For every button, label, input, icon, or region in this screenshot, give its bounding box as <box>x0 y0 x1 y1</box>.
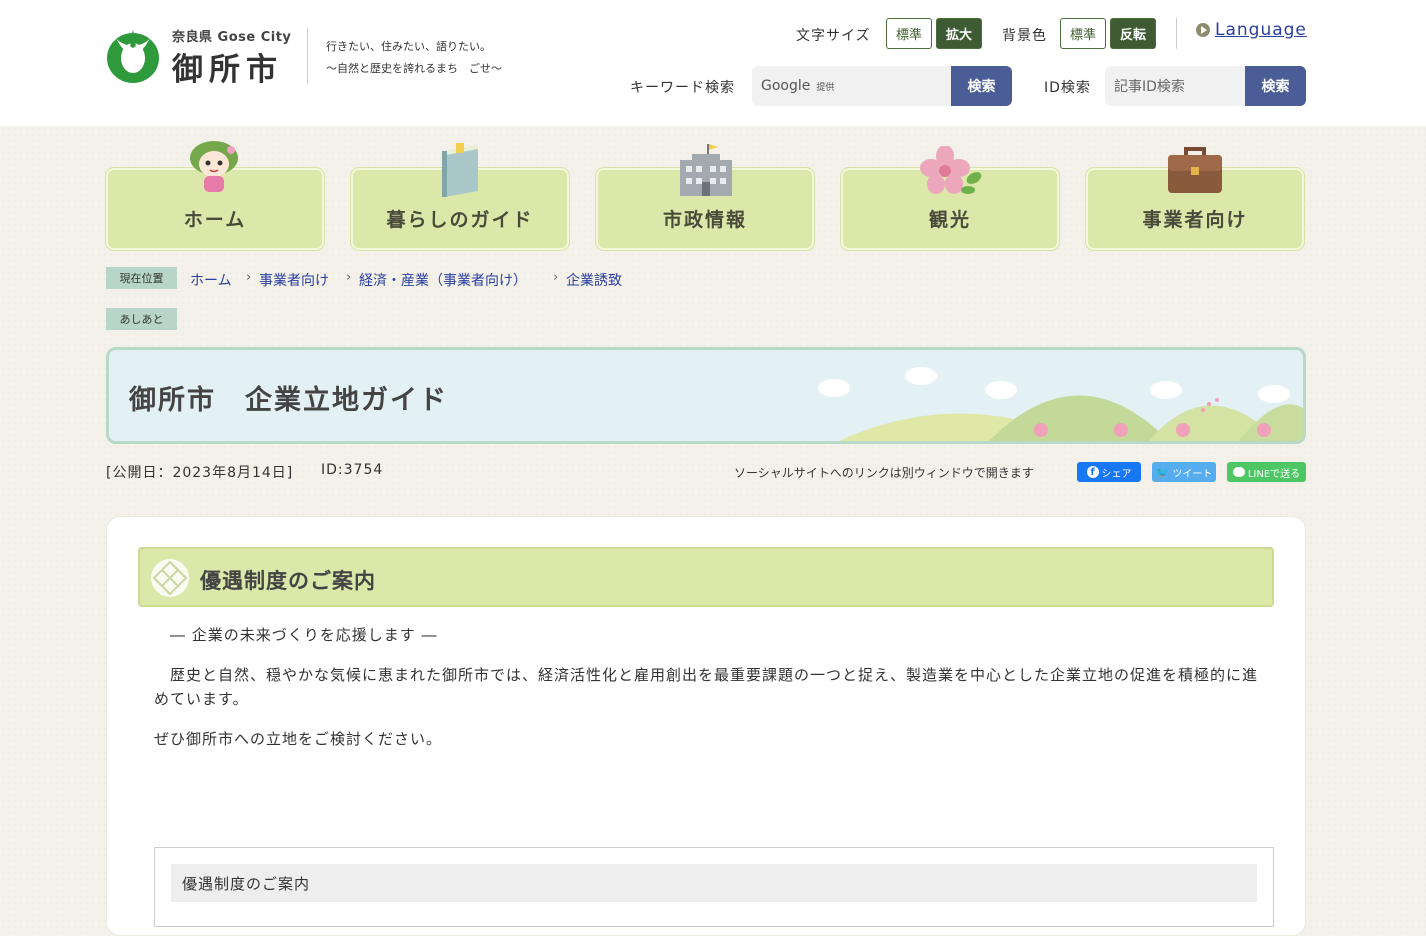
published-date: [公開日：2023年8月14日] <box>106 465 294 481</box>
sub-section-heading: 優遇制度のご案内 <box>171 864 1257 902</box>
mascot-icon <box>190 141 238 192</box>
twitter-tweet-label: ツイート <box>1172 468 1213 480</box>
breadcrumb-home[interactable]: ホーム <box>190 270 232 290</box>
bg-invert-button[interactable]: 反転 <box>1110 18 1156 49</box>
language-link-wrap[interactable]: Language <box>1196 20 1307 40</box>
city-slogan: 行きたい、住みたい、語りたい。 ～自然と歴史を誇れるまち ごせ～ <box>326 36 502 80</box>
twitter-bird-icon: 🐦 <box>1155 465 1170 479</box>
body-paragraph-1: 歴史と自然、穏やかな気候に恵まれた御所市では、経済活性化と雇用創出を最重要課題の… <box>154 666 1259 708</box>
chevron-right-icon: › <box>553 270 559 285</box>
nav-business-label: 事業者向け <box>1142 209 1248 231</box>
font-size-standard-button[interactable]: 標準 <box>886 18 932 49</box>
page-title: 御所市 企業立地ガイド <box>129 385 448 416</box>
logo-prefecture-text: 奈良県 Gose City <box>172 30 292 45</box>
breadcrumb-business[interactable]: 事業者向け <box>259 270 329 290</box>
line-send-label: LINEで送る <box>1247 468 1301 480</box>
section-heading-text: 優遇制度のご案内 <box>200 569 376 593</box>
site-logo[interactable]: 奈良県 Gose City 御所市 <box>106 24 306 88</box>
keyword-search-label: キーワード検索 <box>630 80 735 96</box>
facebook-share-button[interactable]: f シェア <box>1077 462 1141 482</box>
lattice-pattern-icon <box>151 559 189 597</box>
briefcase-icon <box>1168 147 1222 193</box>
breadcrumb-corporate-attraction[interactable]: 企業誘致 <box>566 270 622 290</box>
footprints-tag[interactable]: あしあと <box>106 308 177 330</box>
chevron-right-icon: › <box>246 270 252 285</box>
article-id: ID:3754 <box>321 462 384 478</box>
toolbar-divider <box>1176 18 1177 49</box>
font-size-label: 文字サイズ <box>796 28 871 44</box>
facebook-share-label: シェア <box>1101 468 1132 480</box>
font-size-large-button[interactable]: 拡大 <box>936 18 982 49</box>
city-hall-icon <box>680 144 732 196</box>
flower-icon <box>920 146 982 194</box>
line-send-button[interactable]: LINEで送る <box>1227 462 1306 482</box>
id-search-label: ID検索 <box>1044 80 1091 96</box>
language-link[interactable]: Language <box>1215 20 1307 40</box>
slogan-line-2: ～自然と歴史を誇れるまち ごせ～ <box>326 62 502 75</box>
site-header: 奈良県 Gose City 御所市 行きたい、住みたい、語りたい。 ～自然と歴史… <box>0 0 1426 126</box>
body-paragraph-2: ぜひ御所市への立地をご検討ください。 <box>154 730 443 748</box>
lead-text: ― 企業の未来づくりを応援します ― <box>170 626 438 644</box>
slogan-line-1: 行きたい、住みたい、語りたい。 <box>326 40 491 53</box>
line-icon <box>1232 467 1245 477</box>
logo-city-name: 御所市 <box>172 52 283 88</box>
google-watermark: Google 提供 <box>761 78 835 94</box>
nav-living-guide-label: 暮らしのガイド <box>386 209 534 231</box>
city-emblem-icon <box>107 30 159 83</box>
nav-home-label: ホーム <box>183 209 247 231</box>
play-arrow-icon <box>1196 23 1210 37</box>
keyword-search-input[interactable]: Google 提供 <box>752 66 951 106</box>
nav-city-admin-label: 市政情報 <box>662 209 747 231</box>
keyword-search-button[interactable]: 検索 <box>951 66 1012 106</box>
social-note: ソーシャルサイトへのリンクは別ウィンドウで開きます <box>734 466 1034 480</box>
id-search-button[interactable]: 検索 <box>1245 66 1306 106</box>
sub-section-box: 優遇制度のご案内 <box>154 847 1274 927</box>
twitter-tweet-button[interactable]: 🐦 ツイート <box>1152 462 1216 482</box>
book-icon <box>442 143 478 197</box>
logo-divider <box>307 28 308 84</box>
id-search-input[interactable]: 記事ID検索 <box>1105 66 1245 106</box>
bg-standard-button[interactable]: 標準 <box>1060 18 1106 49</box>
facebook-icon: f <box>1086 466 1099 478</box>
section-heading: 優遇制度のご案内 <box>138 547 1274 607</box>
bg-color-label: 背景色 <box>1002 28 1047 44</box>
nav-tourism-label: 観光 <box>928 209 971 231</box>
current-location-tag: 現在位置 <box>106 267 177 289</box>
landscape-illustration <box>818 367 1303 441</box>
page-title-banner: 御所市 企業立地ガイド <box>106 347 1306 444</box>
chevron-right-icon: › <box>346 270 352 285</box>
breadcrumb-economy[interactable]: 経済・産業（事業者向け） <box>359 270 527 290</box>
